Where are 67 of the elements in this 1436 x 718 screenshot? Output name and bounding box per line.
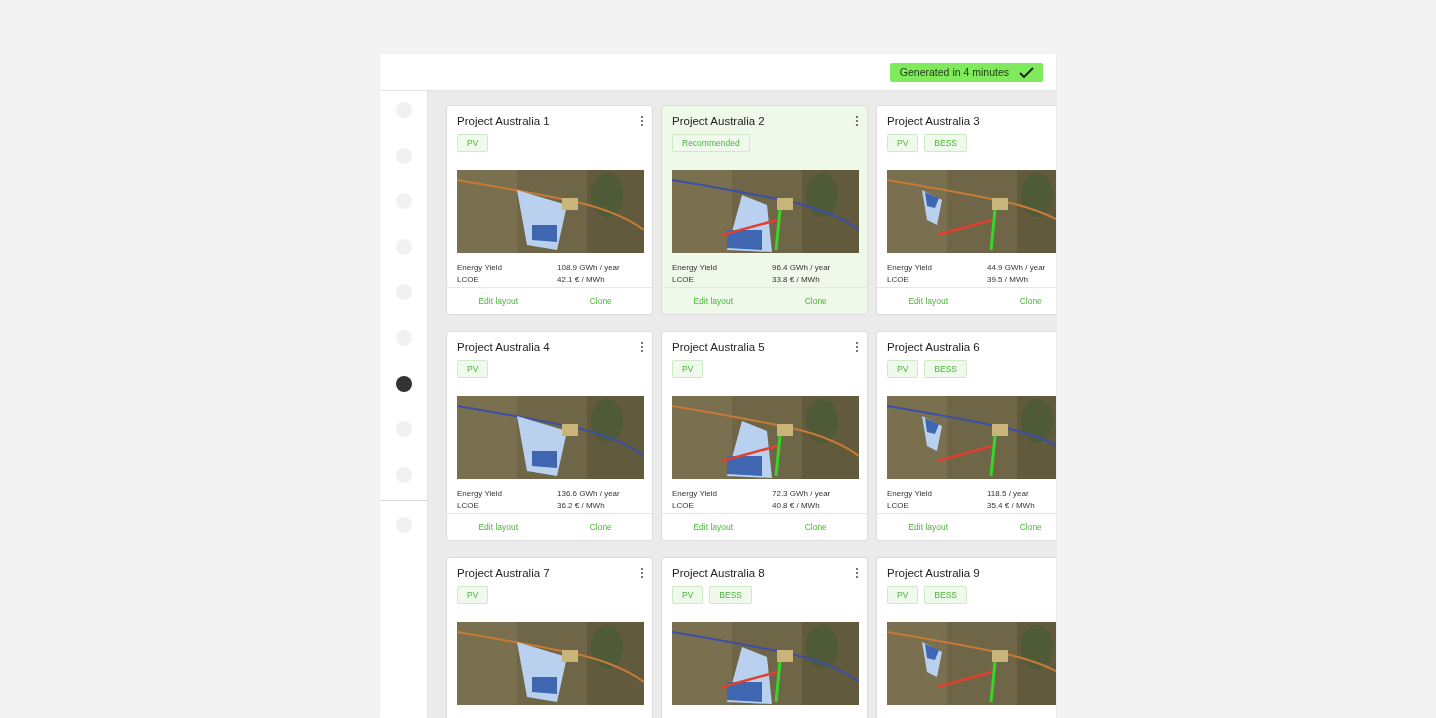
more-options-icon[interactable] bbox=[855, 115, 859, 127]
stat-value: 72.3 GWh / year bbox=[772, 489, 832, 498]
stat-label: Energy Yield bbox=[672, 489, 718, 498]
status-badge: Generated in 4 minutes bbox=[889, 62, 1043, 82]
tag: PV bbox=[457, 360, 489, 378]
tag: PV bbox=[457, 134, 489, 152]
stat-value: 44.9 GWh / year bbox=[987, 263, 1047, 272]
project-title: Project Australia 1 bbox=[457, 115, 550, 127]
stat-value: 33.8 € / MWh bbox=[772, 275, 821, 284]
stat-label: LCOE bbox=[672, 501, 695, 510]
tag: PV bbox=[887, 360, 919, 378]
stat-value: 136.6 GWh / year bbox=[557, 489, 621, 498]
tag: BESS bbox=[924, 586, 968, 604]
stat-label: LCOE bbox=[887, 275, 910, 284]
card-action-link[interactable]: Edit layout bbox=[662, 288, 765, 314]
card-action-link[interactable]: Edit layout bbox=[447, 514, 550, 540]
project-title: Project Australia 9 bbox=[887, 567, 980, 579]
stat-value: 35.4 € / MWh bbox=[987, 501, 1036, 510]
card-action-link[interactable]: Edit layout bbox=[662, 514, 765, 540]
stat-label: Energy Yield bbox=[887, 263, 933, 272]
stat-value: 118.5 / year bbox=[987, 489, 1030, 498]
project-title: Project Australia 8 bbox=[672, 567, 765, 579]
card-action-link[interactable]: Clone bbox=[549, 288, 652, 314]
stat-label: LCOE bbox=[457, 275, 480, 284]
stat-label: Energy Yield bbox=[457, 263, 503, 272]
card-action-link[interactable]: Clone bbox=[979, 514, 1056, 540]
card-action-link[interactable]: Edit layout bbox=[877, 514, 980, 540]
tag: PV bbox=[672, 360, 704, 378]
card-action-link[interactable]: Edit layout bbox=[877, 288, 980, 314]
card-action-link[interactable]: Clone bbox=[764, 288, 867, 314]
stat-label: Energy Yield bbox=[672, 263, 718, 272]
tag: BESS bbox=[924, 360, 968, 378]
project-title: Project Australia 4 bbox=[457, 341, 550, 353]
stat-label: Energy Yield bbox=[457, 489, 503, 498]
stat-value: 39.5 / MWh bbox=[987, 275, 1029, 284]
project-title: Project Australia 7 bbox=[457, 567, 550, 579]
more-options-icon[interactable] bbox=[855, 567, 859, 579]
stat-value: 36.2 € / MWh bbox=[557, 501, 606, 510]
tag: PV bbox=[457, 586, 489, 604]
stat-value: 108.9 GWh / year bbox=[557, 263, 621, 272]
stat-label: LCOE bbox=[457, 501, 480, 510]
tag: Recommended bbox=[672, 134, 750, 152]
more-options-icon[interactable] bbox=[640, 341, 644, 353]
stat-value: 40.8 € / MWh bbox=[772, 501, 821, 510]
checkmark-icon bbox=[1019, 66, 1034, 78]
stat-label: LCOE bbox=[672, 275, 695, 284]
project-title: Project Australia 2 bbox=[672, 115, 765, 127]
sidebar-item[interactable] bbox=[395, 375, 412, 392]
card-action-link[interactable]: Clone bbox=[549, 514, 652, 540]
project-title: Project Australia 6 bbox=[887, 341, 980, 353]
card-action-link[interactable]: Edit layout bbox=[447, 288, 550, 314]
tag: BESS bbox=[924, 134, 968, 152]
tag: PV bbox=[887, 134, 919, 152]
stat-label: LCOE bbox=[887, 501, 910, 510]
more-options-icon[interactable] bbox=[640, 115, 644, 127]
project-title: Project Australia 3 bbox=[887, 115, 980, 127]
tag: PV bbox=[672, 586, 704, 604]
project-title: Project Australia 5 bbox=[672, 341, 765, 353]
tag: PV bbox=[887, 586, 919, 604]
more-options-icon[interactable] bbox=[640, 567, 644, 579]
more-options-icon[interactable] bbox=[855, 341, 859, 353]
stat-value: 96.4 GWh / year bbox=[772, 263, 832, 272]
card-action-link[interactable]: Clone bbox=[764, 514, 867, 540]
tag: BESS bbox=[709, 586, 753, 604]
stat-label: Energy Yield bbox=[887, 489, 933, 498]
stat-value: 42.1 € / MWh bbox=[557, 275, 606, 284]
card-action-link[interactable]: Clone bbox=[979, 288, 1056, 314]
